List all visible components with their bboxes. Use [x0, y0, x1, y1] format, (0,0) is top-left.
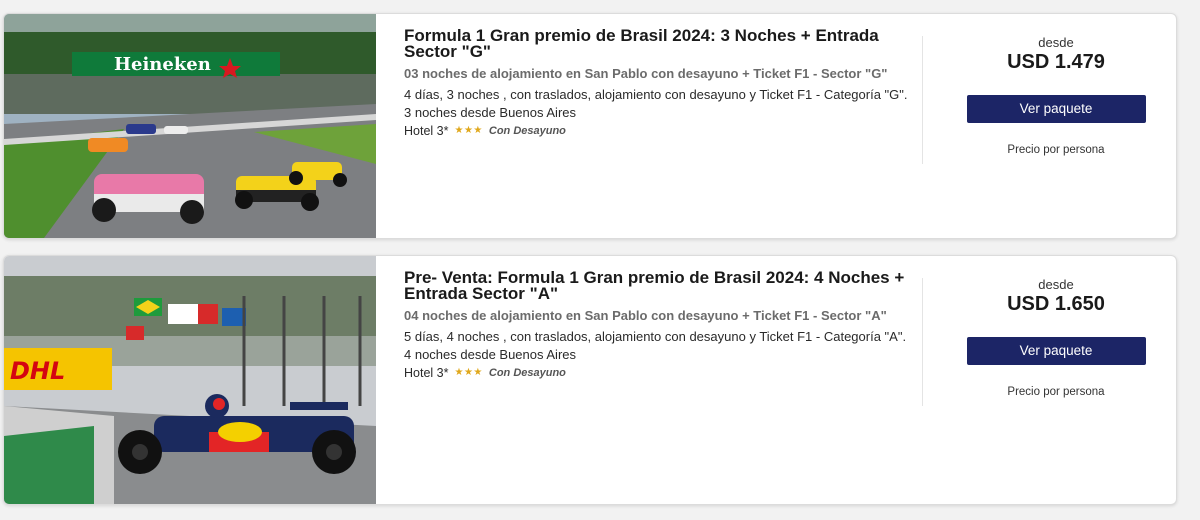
package-origin: 4 noches desde Buenos Aires [404, 347, 577, 362]
sponsor-banner-text: DHL [10, 357, 65, 385]
star-rating-icon: ★★★ [454, 125, 483, 136]
race-car-image: DHL [4, 256, 376, 504]
star-rating-icon: ★★★ [454, 367, 483, 378]
package-subtitle: 03 noches de alojamiento en San Pablo co… [404, 66, 888, 81]
package-price: USD 1.479 [1007, 51, 1105, 73]
hotel-info: Hotel 3* ★★★ Con Desayuno [404, 122, 914, 140]
race-track-image: Heineken [4, 14, 376, 238]
package-subtitle: 04 noches de alojamiento en San Pablo co… [404, 308, 887, 323]
package-price: USD 1.650 [1007, 293, 1105, 315]
price-prefix: desde [1038, 35, 1074, 50]
package-info: Formula 1 Gran premio de Brasil 2024: 3 … [404, 27, 914, 140]
price-column: desde USD 1.479 Ver paquete Precio por p… [966, 36, 1146, 156]
hotel-category: Hotel 3* [404, 366, 449, 380]
sponsor-banner-text: Heineken [114, 54, 211, 75]
package-card[interactable]: DHL Pre- Venta: Formula 1 Gran premio de… [3, 255, 1177, 505]
hotel-category: Hotel 3* [404, 124, 449, 138]
price-prefix: desde [1038, 277, 1074, 292]
package-info: Pre- Venta: Formula 1 Gran premio de Bra… [404, 269, 914, 382]
package-title[interactable]: Pre- Venta: Formula 1 Gran premio de Bra… [404, 269, 914, 302]
meal-plan: Con Desayuno [488, 125, 566, 137]
hotel-info: Hotel 3* ★★★ Con Desayuno [404, 364, 914, 382]
package-title[interactable]: Formula 1 Gran premio de Brasil 2024: 3 … [404, 27, 914, 60]
package-card[interactable]: Heineken Formula 1 Gran premio de Brasil… [3, 13, 1177, 239]
price-column: desde USD 1.650 Ver paquete Precio por p… [966, 278, 1146, 398]
price-note: Precio por persona [1007, 144, 1105, 156]
price-note: Precio por persona [1007, 386, 1105, 398]
package-details: 5 días, 4 noches , con traslados, alojam… [404, 329, 907, 344]
column-divider [922, 278, 923, 406]
meal-plan: Con Desayuno [488, 367, 566, 379]
package-photo[interactable]: DHL [4, 256, 376, 504]
package-origin: 3 noches desde Buenos Aires [404, 105, 577, 120]
package-details: 4 días, 3 noches , con traslados, alojam… [404, 87, 908, 102]
view-package-button[interactable]: Ver paquete [966, 337, 1146, 365]
package-list: Heineken Formula 1 Gran premio de Brasil… [0, 0, 1200, 520]
column-divider [922, 36, 923, 164]
view-package-button[interactable]: Ver paquete [966, 95, 1146, 123]
package-photo[interactable]: Heineken [4, 14, 376, 238]
